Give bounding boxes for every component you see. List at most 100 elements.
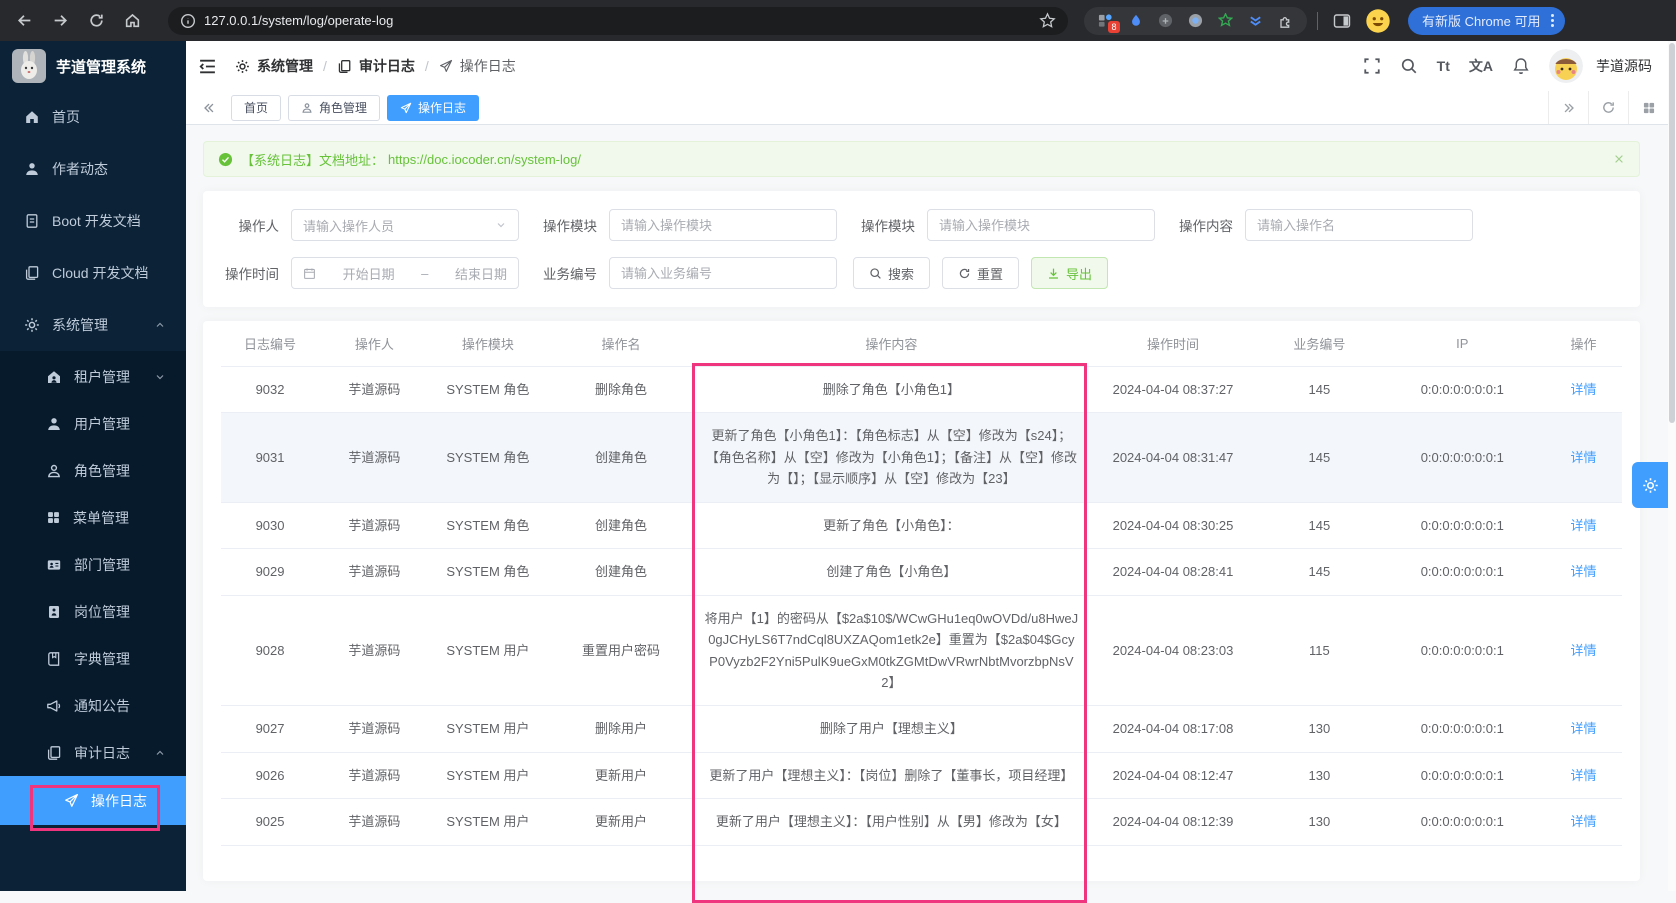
paper-plane-icon: [439, 59, 453, 73]
sidebar-item-positions[interactable]: 岗位管理: [0, 588, 186, 635]
detail-link[interactable]: 详情: [1570, 450, 1596, 465]
fullscreen-icon[interactable]: [1363, 57, 1381, 75]
sidebar-item-audit-log[interactable]: 审计日志: [0, 729, 186, 776]
content-input[interactable]: [1245, 209, 1473, 241]
extension-drop-icon[interactable]: [1127, 12, 1144, 29]
filter-module-2: 操作模块: [853, 209, 1155, 241]
col-module: 操作模块: [430, 321, 546, 367]
module-input[interactable]: [609, 209, 837, 241]
detail-link[interactable]: 详情: [1570, 643, 1596, 658]
settings-fab[interactable]: [1632, 462, 1668, 508]
detail-link[interactable]: 详情: [1570, 721, 1596, 736]
extension-gray-dot-icon[interactable]: [1187, 12, 1204, 29]
translate-icon[interactable]: 文A: [1469, 56, 1493, 76]
tab-operate-log[interactable]: 操作日志: [387, 95, 479, 121]
sidebar-item-users[interactable]: 用户管理: [0, 400, 186, 447]
sidebar-item-cloud-docs[interactable]: Cloud 开发文档: [0, 247, 186, 299]
detail-link[interactable]: 详情: [1570, 382, 1596, 397]
chrome-menu-icon[interactable]: [1546, 14, 1559, 27]
date-range-picker[interactable]: 开始日期 – 结束日期: [291, 257, 519, 289]
doc-link[interactable]: https://doc.iocoder.cn/system-log/: [388, 152, 581, 167]
chrome-update-button[interactable]: 有新版 Chrome 可用: [1408, 7, 1565, 35]
tab-role-management[interactable]: 角色管理: [288, 95, 380, 121]
sidebar-item-system[interactable]: 系统管理: [0, 299, 186, 351]
cell-ip: 0:0:0:0:0:0:0:1: [1380, 752, 1545, 798]
sidebar-item-boot-docs[interactable]: Boot 开发文档: [0, 195, 186, 247]
cell-op-name: 更新用户: [546, 752, 696, 798]
export-button[interactable]: 导出: [1031, 257, 1108, 289]
bell-icon[interactable]: [1512, 57, 1530, 75]
sidebar-item-roles[interactable]: 角色管理: [0, 447, 186, 494]
page-scrollbar[interactable]: [1668, 41, 1676, 891]
sidebar-item-label: 字典管理: [74, 649, 130, 669]
extension-wallet-icon[interactable]: 8: [1097, 12, 1114, 29]
profile-avatar-icon[interactable]: [1364, 7, 1392, 35]
breadcrumb-item-audit-log[interactable]: 审计日志: [337, 56, 415, 76]
app-logo-row: 芋道管理系统: [0, 41, 186, 91]
sidebar-item-operate-log[interactable]: 操作日志: [0, 776, 186, 825]
tab-home[interactable]: 首页: [231, 95, 281, 121]
sidebar-collapse-icon[interactable]: [198, 58, 217, 75]
browser-back-icon[interactable]: [10, 7, 38, 35]
sidebar-item-notices[interactable]: 通知公告: [0, 682, 186, 729]
extension-chevrons-icon[interactable]: [1247, 12, 1264, 29]
table-row: 9029 芋道源码 SYSTEM 角色 创建角色 创建了角色【小角色】 2024…: [221, 549, 1622, 595]
extension-dark-circle-icon[interactable]: [1157, 12, 1174, 29]
cell-module: SYSTEM 用户: [430, 752, 546, 798]
breadcrumb-item-system[interactable]: 系统管理: [235, 56, 313, 76]
search-icon[interactable]: [1400, 57, 1418, 75]
table-row: 9031 芋道源码 SYSTEM 角色 创建角色 更新了角色【小角色1】：【角色…: [221, 413, 1622, 502]
font-size-icon[interactable]: Tt: [1437, 58, 1450, 74]
sidebar-item-label: 首页: [52, 107, 80, 127]
browser-forward-icon[interactable]: [46, 7, 74, 35]
detail-link[interactable]: 详情: [1570, 814, 1596, 829]
filter-module: 操作模块: [535, 209, 837, 241]
download-icon: [1047, 267, 1060, 280]
cell-action: 详情: [1545, 595, 1622, 706]
url-bar[interactable]: 127.0.0.1/system/log/operate-log: [168, 7, 1068, 35]
cell-log-id: 9031: [221, 413, 319, 502]
copy-document-icon: [46, 745, 62, 761]
scrollbar-thumb[interactable]: [1669, 43, 1675, 423]
sidebar-item-label: 操作日志: [91, 791, 147, 811]
search-button[interactable]: 搜索: [853, 257, 930, 289]
breadcrumb-separator: /: [323, 58, 327, 74]
layout-grid-icon[interactable]: [1628, 91, 1668, 124]
sidebar-item-dictionary[interactable]: 字典管理: [0, 635, 186, 682]
sidebar-item-home[interactable]: 首页: [0, 91, 186, 143]
detail-link[interactable]: 详情: [1570, 518, 1596, 533]
cell-action: 详情: [1545, 706, 1622, 752]
cell-biz-no: 115: [1259, 595, 1379, 706]
extensions-puzzle-icon[interactable]: [1277, 12, 1294, 29]
site-info-icon[interactable]: [180, 13, 196, 29]
refresh-icon[interactable]: [1588, 91, 1628, 124]
tabbar: 首页 角色管理 操作日志: [186, 91, 1668, 125]
module-input-2[interactable]: [927, 209, 1155, 241]
sidebar-item-menus[interactable]: 菜单管理: [0, 494, 186, 541]
detail-link[interactable]: 详情: [1570, 768, 1596, 783]
bookmark-star-icon[interactable]: [1039, 12, 1056, 29]
tabs-scroll-left-icon[interactable]: [194, 101, 224, 115]
tabs-scroll-right-icon[interactable]: [1548, 91, 1588, 124]
field-label: 操作模块: [853, 215, 915, 235]
operator-select[interactable]: 请输入操作人员: [291, 209, 519, 241]
sidebar-item-label: 菜单管理: [73, 508, 129, 528]
sidebar-item-departments[interactable]: 部门管理: [0, 541, 186, 588]
user-avatar[interactable]: [1549, 49, 1583, 83]
alert-close-icon[interactable]: [1613, 153, 1625, 165]
biz-no-input[interactable]: [609, 257, 837, 289]
reset-button[interactable]: 重置: [942, 257, 1019, 289]
sidebar-item-author[interactable]: 作者动态: [0, 143, 186, 195]
extension-green-star-icon[interactable]: [1217, 12, 1234, 29]
breadcrumb-label: 操作日志: [460, 56, 516, 76]
cell-module: SYSTEM 用户: [430, 706, 546, 752]
field-label: 业务编号: [535, 263, 597, 283]
cell-content: 更新了角色【小角色1】：【角色标志】从【空】修改为【s24】；【角色名称】从【空…: [696, 413, 1087, 502]
browser-home-icon[interactable]: [118, 7, 146, 35]
detail-link[interactable]: 详情: [1570, 564, 1596, 579]
browser-reload-icon[interactable]: [82, 7, 110, 35]
copy-document-icon: [24, 265, 40, 281]
cell-op-name: 删除用户: [546, 706, 696, 752]
side-panel-icon[interactable]: [1328, 7, 1356, 35]
sidebar-item-tenant[interactable]: 租户管理: [0, 353, 186, 400]
